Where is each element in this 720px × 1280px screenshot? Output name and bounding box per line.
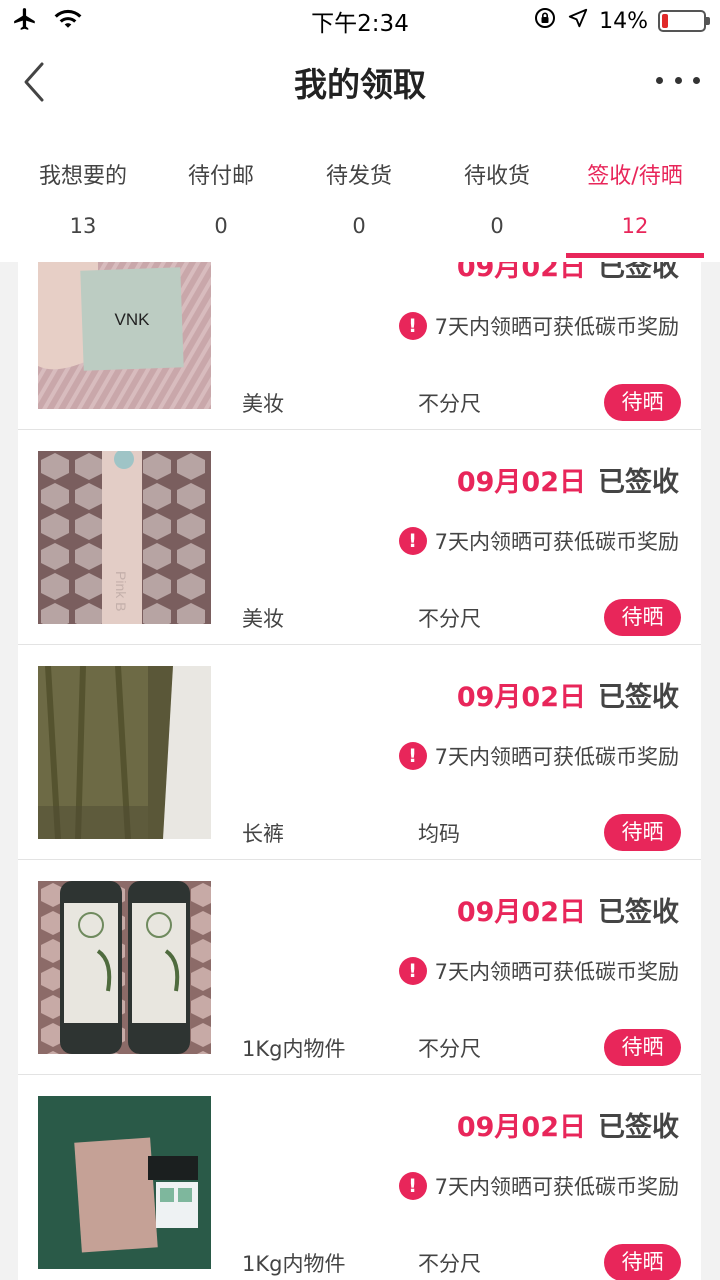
list-item[interactable]: Pink B 09月02日 已签收 ! 7天内领晒可获低碳币奖励 美妆 不分尺 待… [18,430,701,645]
share-button[interactable]: 待晒 [604,1029,681,1066]
status-bar: 下午2:34 14% [0,0,720,40]
sign-status: 已签收 [598,467,679,498]
exclamation-icon: ! [398,1172,427,1200]
tab-active-underline [566,253,704,258]
reward-notice: ! 7天内领晒可获低碳币奖励 [398,741,679,771]
sign-status: 已签收 [598,897,679,928]
exclamation-icon: ! [398,312,427,340]
list-item[interactable]: 09月02日 已签收 ! 7天内领晒可获低碳币奖励 1Kg内物件 不分尺 待晒 [18,1075,701,1280]
claimed-list[interactable]: VNK 09月02日已签收 ! 7天内领晒可获低碳币奖励 美妆 不分尺 待晒 [18,262,701,1280]
share-button[interactable]: 待晒 [604,384,681,421]
sign-date: 09月02日 [456,682,586,713]
product-image[interactable]: Pink B [38,451,211,624]
sign-status: 已签收 [598,1112,679,1143]
tab-bar: 我想要的 13 待付邮 0 待发货 0 待收货 0 签收/待晒 12 [0,130,720,262]
sign-date-line: 09月02日 已签收 [457,262,679,284]
item-size: 不分尺 [418,607,481,631]
tab-want[interactable]: 我想要的 13 [14,130,152,262]
sign-date: 09月02日 [456,467,586,498]
reward-notice-text: 7天内领晒可获低碳币奖励 [434,960,679,984]
item-category: 1Kg内物件 [242,1252,346,1276]
sign-date-line: 09月02日 已签收 [457,890,679,929]
tab-count: 0 [490,214,504,238]
battery-percent: 14% [599,8,648,34]
product-image[interactable]: VNK [38,262,211,409]
share-button[interactable]: 待晒 [604,814,681,851]
sign-status: 已签收 [598,682,679,713]
tab-pending-shipment[interactable]: 待发货 0 [290,130,428,262]
tab-label: 待付邮 [187,164,254,189]
list-item[interactable]: 09月02日 已签收 ! 7天内领晒可获低碳币奖励 长裤 均码 待晒 [18,645,701,860]
tab-label: 待收货 [463,164,530,189]
item-category: 长裤 [242,822,284,846]
sign-date-line: 09月02日 已签收 [457,1105,679,1144]
product-image[interactable] [38,1096,211,1269]
tab-count: 0 [352,214,366,238]
reward-notice-text: 7天内领晒可获低碳币奖励 [434,745,679,769]
vnk-logo-text: VNK [115,310,151,329]
tab-label: 签收/待晒 [587,164,683,189]
sign-date-line: 09月02日 已签收 [457,460,679,499]
location-icon [567,7,589,35]
item-size: 不分尺 [418,392,481,416]
sign-date-line: 09月02日 已签收 [457,675,679,714]
tab-count: 13 [69,214,97,238]
pink-tube-text: Pink B [113,571,129,611]
tab-pending-postage[interactable]: 待付邮 0 [152,130,290,262]
sign-date: 09月02日 [456,1112,586,1143]
page-title: 我的领取 [294,65,426,104]
list-item[interactable]: 09月02日 已签收 ! 7天内领晒可获低碳币奖励 1Kg内物件 不分尺 待晒 [18,860,701,1075]
exclamation-icon: ! [398,742,427,770]
reward-notice-text: 7天内领晒可获低碳币奖励 [434,530,679,554]
item-size: 均码 [418,822,460,846]
reward-notice: ! 7天内领晒可获低碳币奖励 [398,526,679,556]
nav-bar: 我的领取 [0,40,720,130]
item-category: 美妆 [242,392,284,416]
item-size: 不分尺 [418,1037,481,1061]
reward-notice-text: 7天内领晒可获低碳币奖励 [434,1175,679,1199]
more-dots-icon[interactable] [656,68,700,92]
battery-icon [658,10,710,32]
status-right: 14% [533,6,710,36]
share-button[interactable]: 待晒 [604,599,681,636]
item-category: 美妆 [242,607,284,631]
reward-notice: ! 7天内领晒可获低碳币奖励 [398,1171,679,1201]
product-image[interactable] [38,881,211,1054]
list-item[interactable]: VNK 09月02日 已签收 ! 7天内领晒可获低碳币奖励 美妆 不分尺 待晒 [18,262,701,430]
tab-pending-receipt[interactable]: 待收货 0 [428,130,566,262]
exclamation-icon: ! [398,527,427,555]
item-category: 1Kg内物件 [242,1037,346,1061]
tab-label: 待发货 [325,164,392,189]
exclamation-icon: ! [398,957,427,985]
reward-notice: ! 7天内领晒可获低碳币奖励 [398,956,679,986]
battery-fill [662,14,668,28]
share-button[interactable]: 待晒 [604,1244,681,1280]
tab-label: 我想要的 [38,164,127,189]
tab-signed-to-share[interactable]: 签收/待晒 12 [566,130,704,262]
sign-date: 09月02日 [456,897,586,928]
product-image[interactable] [38,666,211,839]
tab-count: 12 [621,214,649,238]
tab-count: 0 [214,214,228,238]
sign-status: 已签收 [598,262,679,283]
sign-date: 09月02日 [456,262,586,283]
orientation-lock-icon [533,6,557,36]
item-size: 不分尺 [418,1252,481,1276]
reward-notice: ! 7天内领晒可获低碳币奖励 [398,311,679,341]
reward-notice-text: 7天内领晒可获低碳币奖励 [434,315,679,339]
